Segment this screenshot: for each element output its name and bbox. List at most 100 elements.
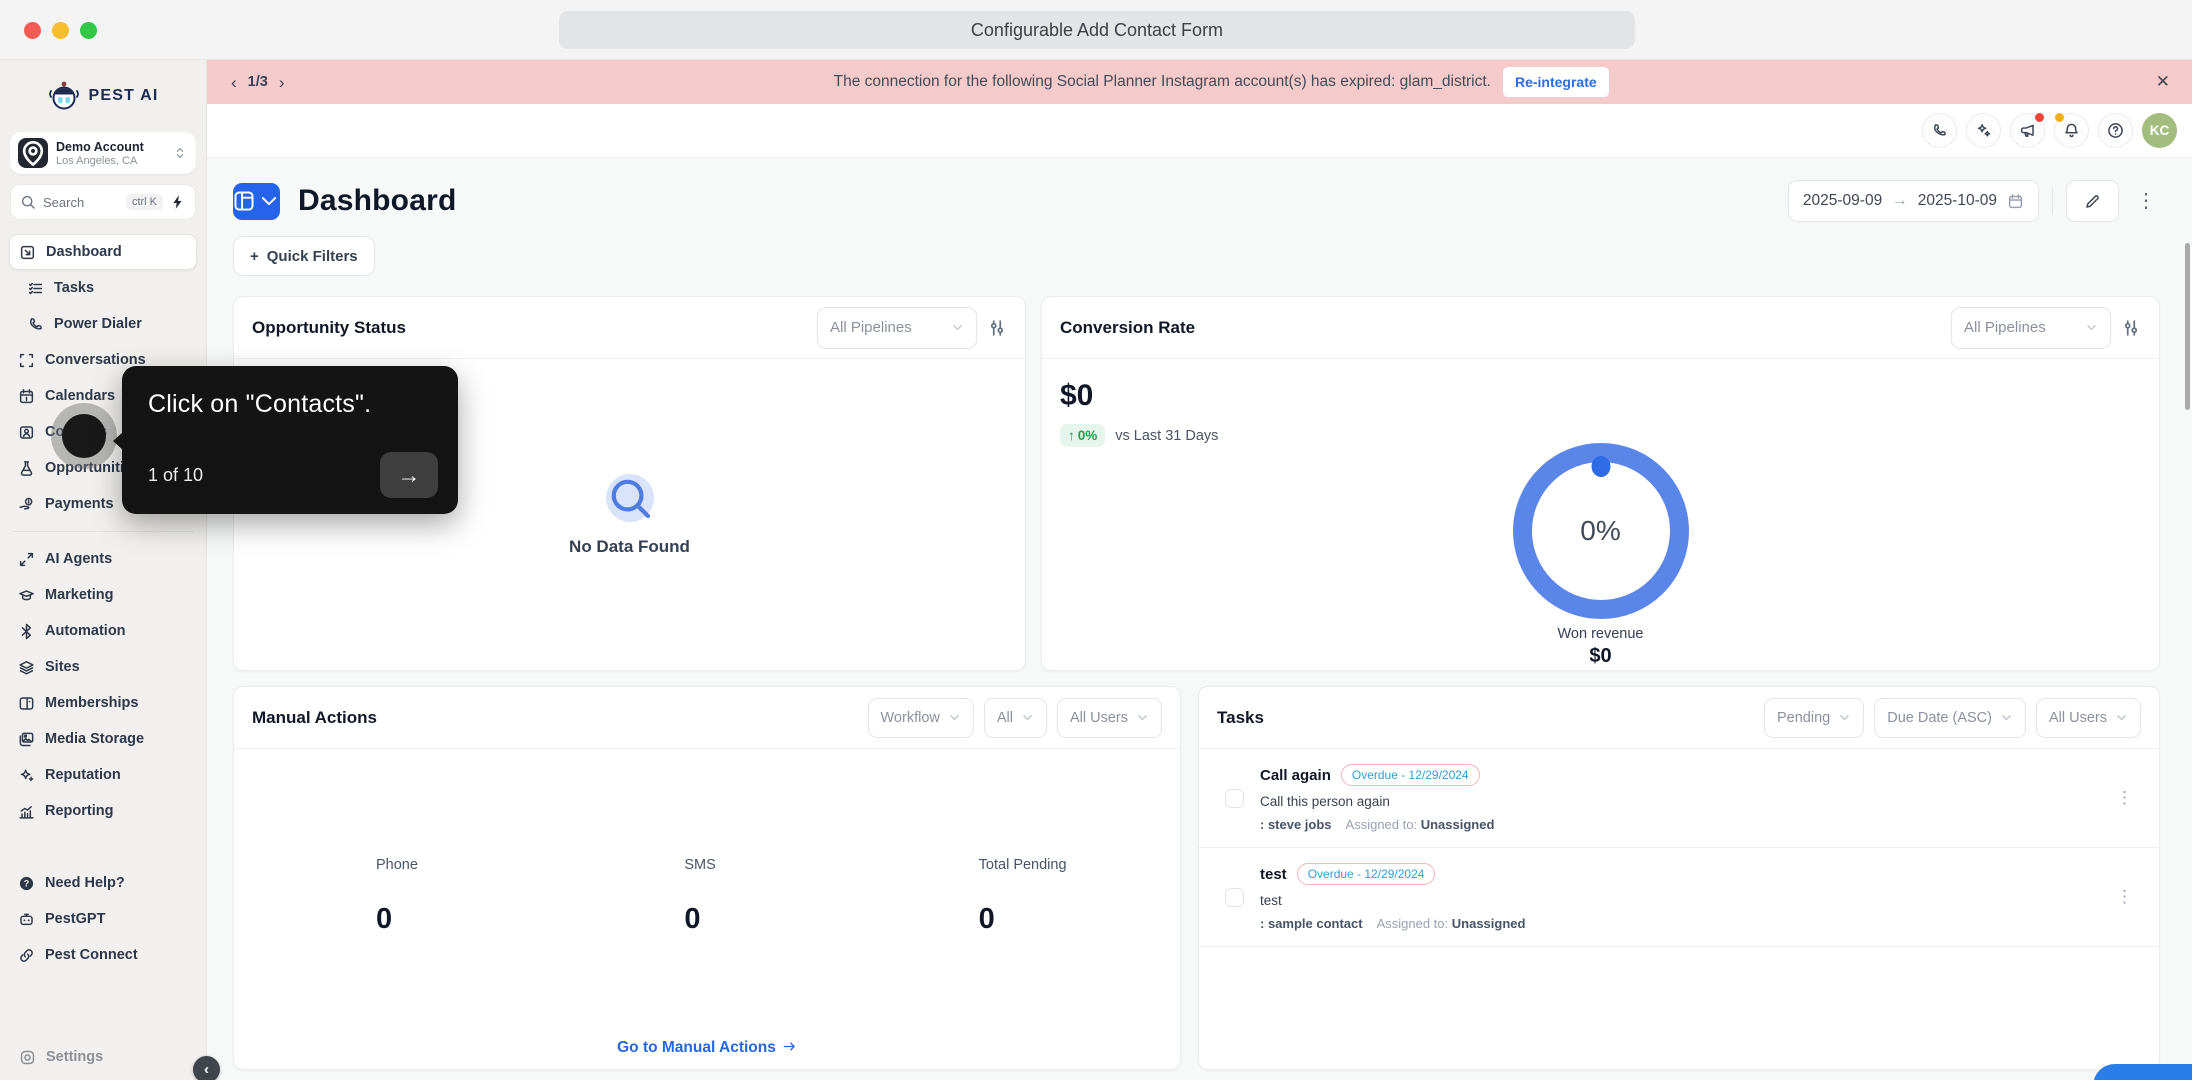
date-range-picker[interactable]: 2025-09-09 → 2025-10-09 — [1787, 180, 2039, 222]
task-assigned: Assigned to: Unassigned — [1345, 817, 1495, 832]
plus-icon: + — [250, 247, 259, 265]
memberships-icon — [18, 695, 35, 712]
sidebar-collapse-button[interactable]: ‹ — [193, 1056, 220, 1080]
chart-options-icon[interactable] — [987, 318, 1007, 338]
banner-pager: ‹ 1/3 › — [229, 74, 287, 91]
task-overdue-badge: Overdue - 12/29/2024 — [1340, 764, 1480, 786]
sidebar-item-memberships[interactable]: Memberships — [9, 685, 197, 721]
settings-icon — [19, 1049, 36, 1066]
sidebar-item-media-storage[interactable]: Media Storage — [9, 721, 197, 757]
svg-text:?: ? — [24, 878, 30, 888]
sidebar-item-reputation[interactable]: Reputation — [9, 757, 197, 793]
sidebar-item-tasks[interactable]: Tasks — [18, 270, 197, 306]
tour-next-button[interactable]: → — [380, 452, 438, 498]
task-checkbox[interactable] — [1225, 788, 1244, 808]
sidebar-item-label: Sites — [45, 659, 80, 675]
task-more-button[interactable]: ⋮ — [2112, 887, 2137, 907]
dashboard-layout-button[interactable] — [233, 182, 280, 220]
banner-prev-button[interactable]: ‹ — [229, 74, 239, 91]
tasks-card: Tasks Pending Due Date (ASC) All Users Cal… — [1198, 686, 2160, 1070]
task-contact: : steve jobs — [1260, 817, 1332, 832]
search-shortcut: ctrl K — [125, 194, 163, 210]
sidebar-item-sites[interactable]: Sites — [9, 649, 197, 685]
sidebar-item-label: Tasks — [54, 280, 95, 296]
conversion-rate-card: Conversion Rate All Pipelines $0 ↑ 0% vs… — [1041, 296, 2160, 671]
chevron-down-icon — [948, 711, 961, 724]
chevron-down-icon — [951, 321, 964, 334]
window-zoom-button[interactable] — [80, 22, 97, 39]
automation-icon — [18, 623, 35, 640]
task-row: Call again Overdue - 12/29/2024 Call this … — [1199, 749, 2159, 848]
donut-progress-knob — [1591, 456, 1610, 477]
manual-actions-filter-all-users[interactable]: All Users — [1056, 697, 1162, 738]
sidebar-item-dashboard[interactable]: Dashboard — [9, 234, 197, 270]
conversations-icon — [18, 352, 35, 369]
edit-dashboard-button[interactable] — [2066, 180, 2119, 222]
sidebar-item-pest-connect[interactable]: Pest Connect — [9, 937, 197, 973]
banner-close-button[interactable]: ✕ — [2156, 72, 2170, 92]
date-end: 2025-10-09 — [1917, 192, 1997, 209]
chevron-left-icon: ‹ — [204, 1061, 209, 1078]
phone-button[interactable] — [1922, 113, 1957, 148]
sidebar-item-settings[interactable]: Settings — [0, 1034, 206, 1080]
stat-label: Phone — [376, 857, 418, 873]
go-to-manual-actions-link[interactable]: Go to Manual Actions — [234, 1039, 1180, 1057]
magnifier-icon — [605, 474, 654, 522]
card-title: Conversion Rate — [1060, 317, 1196, 337]
macos-titlebar: Configurable Add Contact Form — [0, 0, 2192, 60]
opportunities-icon — [18, 460, 35, 477]
settings-label: Settings — [46, 1049, 104, 1065]
chevrons-updown-icon — [172, 145, 188, 161]
manual-actions-filter-all[interactable]: All — [983, 697, 1047, 738]
chevron-down-icon — [2085, 321, 2098, 334]
banner-next-button[interactable]: › — [277, 74, 287, 91]
sidebar-item-ai-agents[interactable]: AI Agents — [9, 541, 197, 577]
chart-options-icon[interactable] — [2121, 318, 2141, 338]
bell-button[interactable] — [2054, 112, 2089, 148]
help-filled-icon: ? — [18, 875, 35, 892]
megaphone-icon — [2019, 122, 2036, 139]
sidebar-item-reporting[interactable]: Reporting — [9, 793, 197, 829]
page-scrollbar-thumb[interactable] — [2185, 243, 2190, 410]
sidebar-item-pestgpt[interactable]: PestGPT — [9, 901, 197, 937]
sidebar-search[interactable]: ctrl K — [10, 184, 196, 220]
window-minimize-button[interactable] — [52, 22, 69, 39]
media-storage-icon — [18, 731, 35, 748]
tasks-filter-all-users[interactable]: All Users — [2035, 697, 2141, 738]
task-checkbox[interactable] — [1225, 887, 1244, 907]
manual-actions-filter-workflow[interactable]: Workflow — [867, 697, 974, 738]
task-more-button[interactable]: ⋮ — [2112, 788, 2137, 808]
tasks-filter-pending[interactable]: Pending — [1764, 697, 1865, 738]
arrow-up-icon: ↑ — [1068, 428, 1075, 443]
notification-banner: ‹ 1/3 › The connection for the following… — [207, 60, 2192, 104]
dashboard-more-button[interactable]: ⋮ — [2132, 191, 2160, 211]
quick-filters-button[interactable]: + Quick Filters — [233, 236, 375, 276]
chat-widget-button[interactable] — [2093, 1064, 2192, 1080]
phone-icon — [1931, 122, 1948, 139]
delta-badge: ↑ 0% — [1060, 424, 1106, 447]
question-button[interactable] — [2098, 113, 2133, 148]
sidebar-item-power-dialer[interactable]: Power Dialer — [18, 306, 197, 342]
sidebar-item-automation[interactable]: Automation — [9, 613, 197, 649]
window-close-button[interactable] — [24, 22, 41, 39]
task-description: test — [1260, 893, 1282, 908]
donut-value: 0% — [1580, 515, 1621, 546]
sidebar-item-marketing[interactable]: Marketing — [9, 577, 197, 613]
sidebar-item-label: PestGPT — [45, 911, 106, 927]
tasks-filter-due-date-asc[interactable]: Due Date (ASC) — [1874, 697, 2026, 738]
sidebar-item-need-help[interactable]: ? Need Help? — [9, 865, 197, 901]
account-switcher[interactable]: Demo Account Los Angeles, CA — [10, 132, 196, 174]
ai-sparkle-button[interactable] — [1966, 113, 2001, 148]
sidebar-item-label: Media Storage — [45, 731, 145, 747]
reintegrate-button[interactable]: Re-integrate — [1502, 67, 1609, 97]
card-title: Tasks — [1217, 707, 1264, 727]
bolt-icon[interactable] — [170, 194, 186, 210]
empty-state-label: No Data Found — [569, 537, 690, 556]
pipelines-select[interactable]: All Pipelines — [817, 306, 977, 349]
search-input[interactable] — [43, 194, 107, 210]
user-avatar[interactable]: KC — [2142, 113, 2177, 148]
megaphone-button[interactable] — [2010, 112, 2045, 148]
pipelines-select[interactable]: All Pipelines — [1951, 306, 2111, 349]
arrow-right-icon: → — [1892, 192, 1908, 209]
chevron-down-icon — [2000, 711, 2013, 724]
